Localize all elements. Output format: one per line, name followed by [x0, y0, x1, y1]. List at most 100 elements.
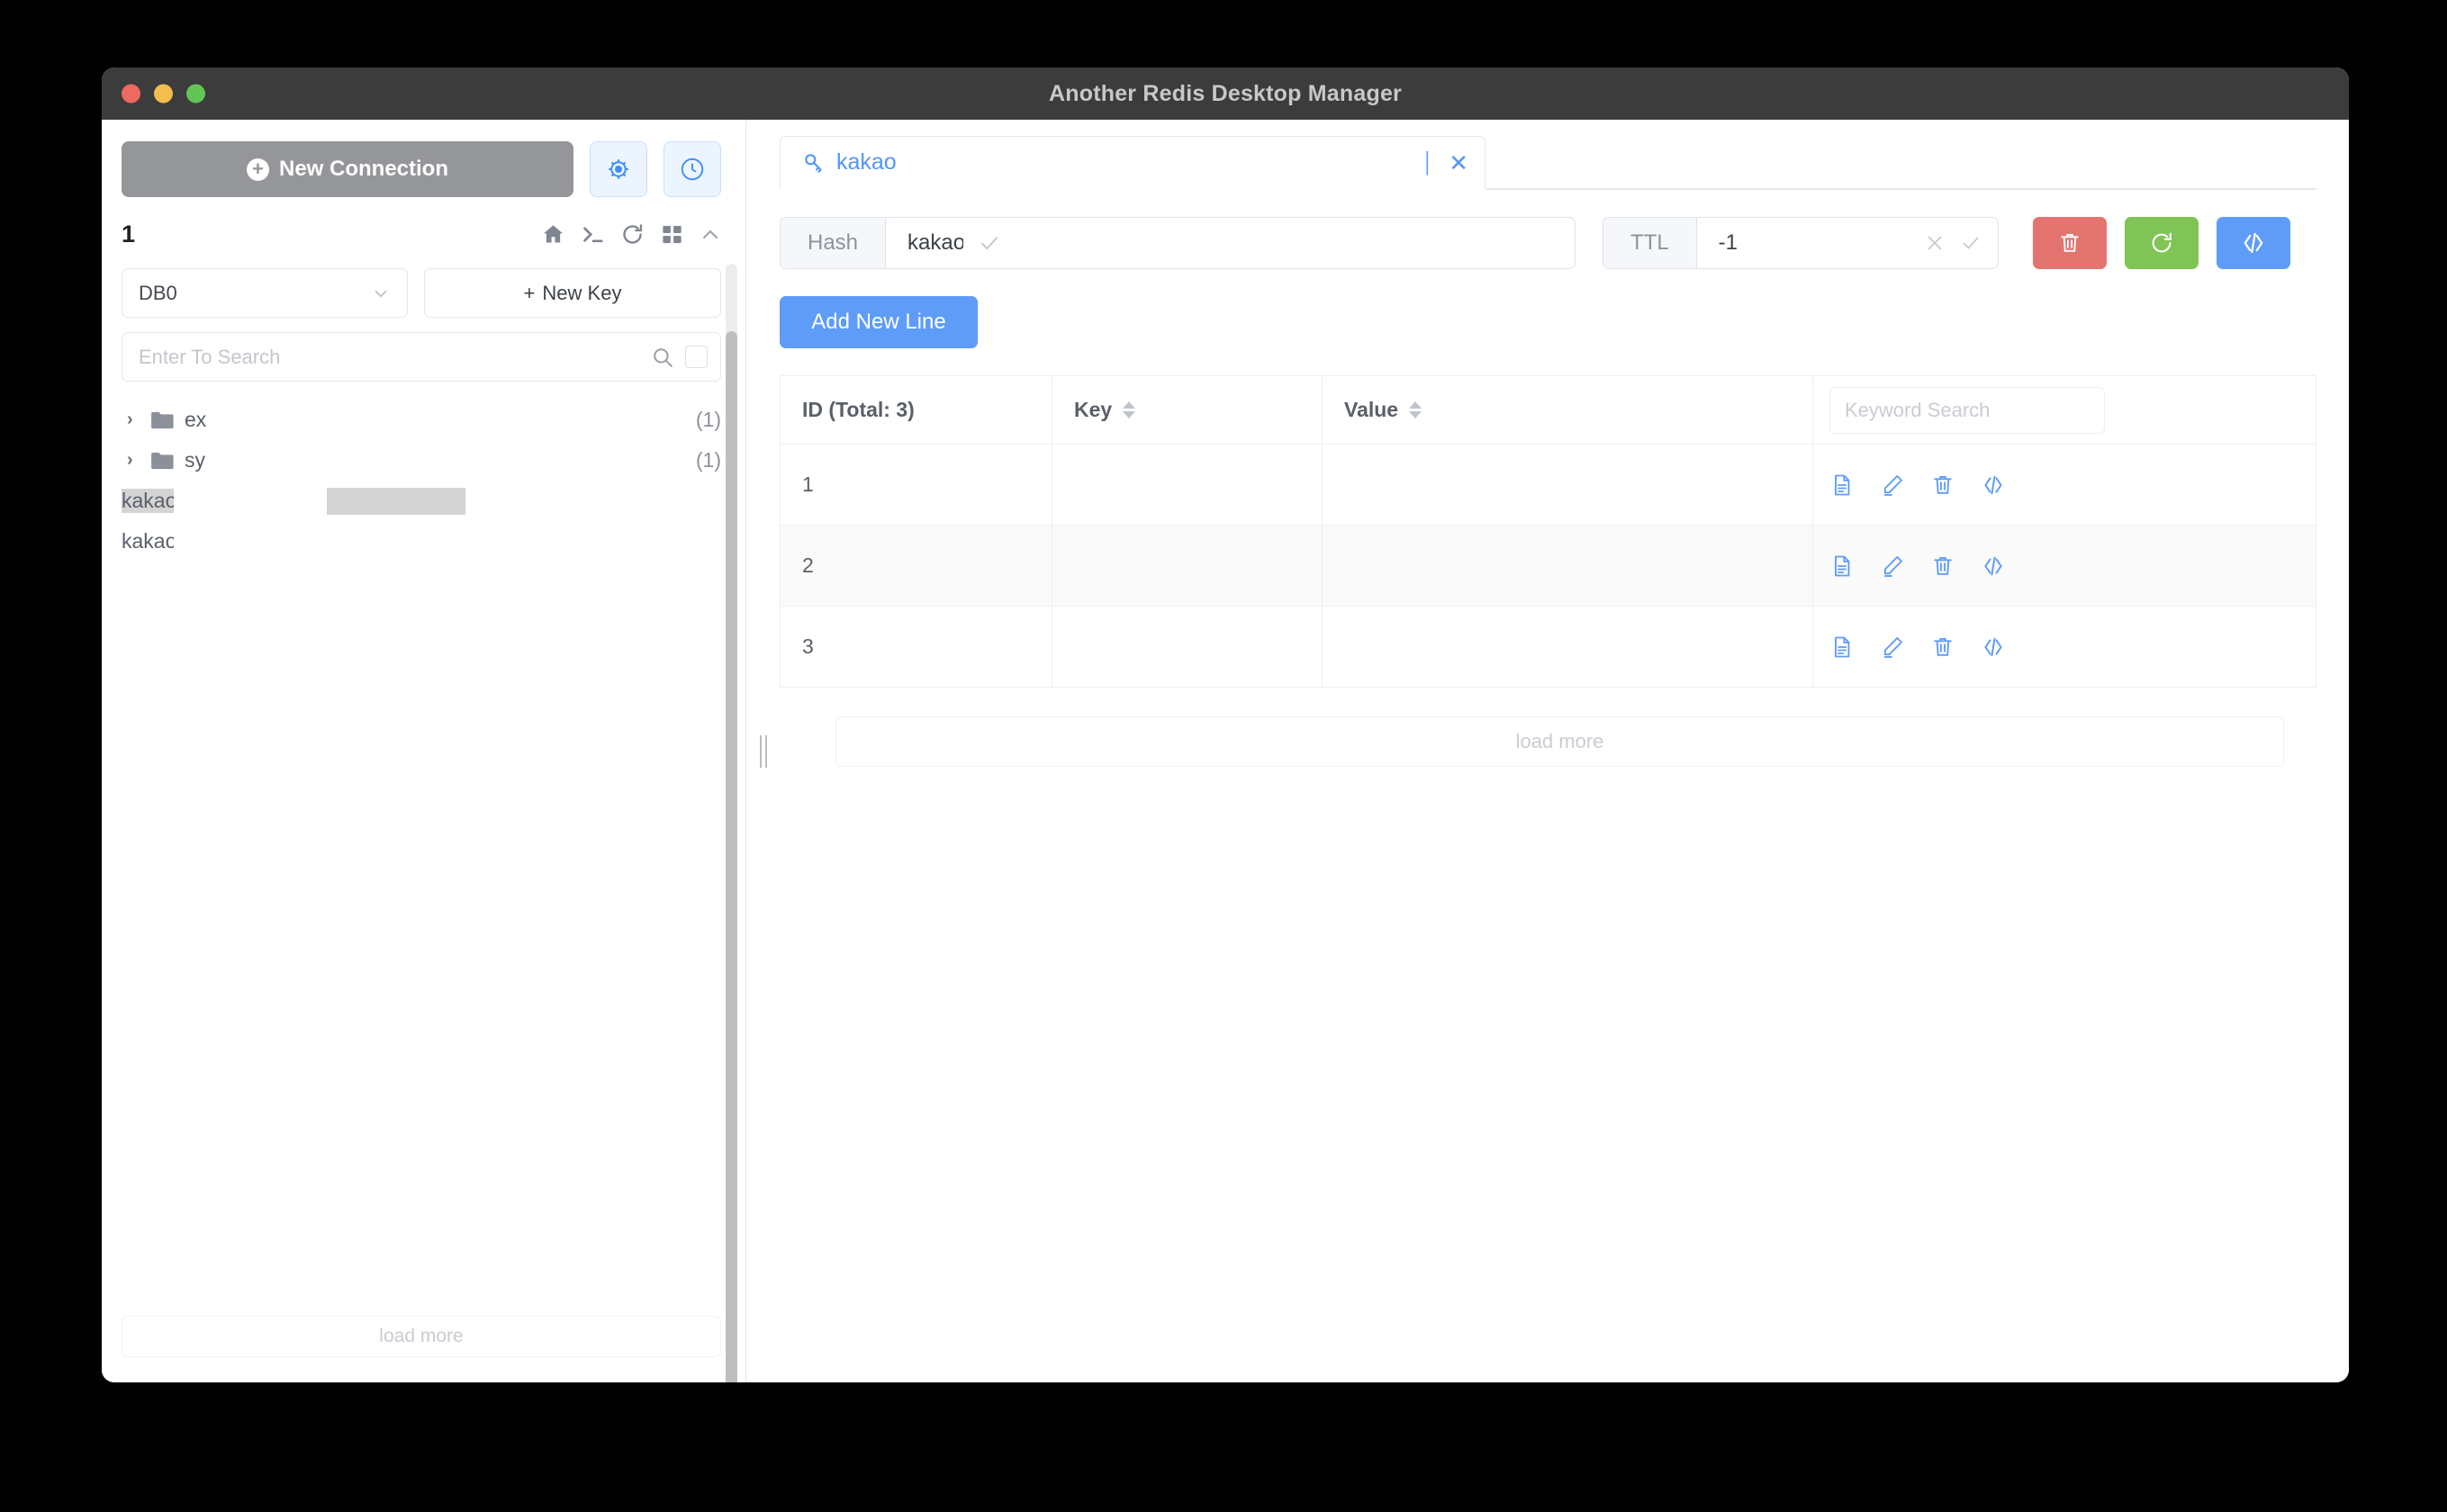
- table-row[interactable]: 3: [781, 607, 2316, 688]
- column-header-id: ID (Total: 3): [781, 376, 1052, 444]
- document-icon[interactable]: [1829, 634, 1855, 660]
- edit-icon[interactable]: [1880, 472, 1905, 498]
- document-icon[interactable]: [1829, 554, 1855, 579]
- grid-icon[interactable]: [660, 222, 684, 247]
- terminal-icon[interactable]: [581, 222, 605, 247]
- trash-icon[interactable]: [1930, 472, 1955, 498]
- sidebar-scrollbar-thumb[interactable]: [726, 331, 737, 1382]
- settings-button[interactable]: [590, 141, 647, 197]
- refresh-key-button[interactable]: [2125, 217, 2199, 269]
- cell-id: 2: [781, 526, 1052, 606]
- cell-value: [1323, 607, 1813, 687]
- trash-icon[interactable]: [1930, 634, 1955, 660]
- history-button[interactable]: [664, 141, 721, 197]
- ttl-input[interactable]: -1: [1697, 218, 1998, 268]
- ttl-group: TTL -1: [1603, 217, 1999, 269]
- edit-icon[interactable]: [1880, 634, 1905, 660]
- tree-folder-row[interactable]: › sy (1): [122, 440, 721, 481]
- tree-item-count: (1): [695, 448, 721, 472]
- regex-checkbox[interactable]: [685, 346, 708, 368]
- table-load-more-button[interactable]: load more: [835, 716, 2284, 767]
- key-search-box: [122, 332, 721, 382]
- trash-icon[interactable]: [1930, 554, 1955, 579]
- key-name-input[interactable]: kakao: [886, 218, 1575, 268]
- delete-key-button[interactable]: [2033, 217, 2107, 269]
- connection-toolbar: [541, 222, 721, 247]
- keyword-search-input[interactable]: [1829, 386, 2105, 434]
- add-new-line-button[interactable]: Add New Line: [780, 296, 978, 348]
- tab-bar: kakao │ ✕: [763, 120, 2349, 190]
- pin-icon[interactable]: │: [1422, 151, 1434, 175]
- cell-value: [1323, 445, 1813, 525]
- key-search-input[interactable]: [139, 345, 640, 369]
- key-tree: › ex (1) › sy (1) kakaov: [102, 382, 745, 1316]
- app-body: + New Connection 1 DB0 + New Key Enter T…: [102, 120, 2349, 1382]
- tab-key-kakao[interactable]: kakao │ ✕: [780, 136, 1485, 190]
- splitter-line: [760, 734, 762, 768]
- chevron-right-icon[interactable]: ›: [127, 410, 140, 430]
- column-header-value-label: Value: [1344, 398, 1399, 421]
- close-window-button[interactable]: [122, 84, 140, 104]
- folder-icon: [151, 411, 174, 428]
- tab-actions: │ ✕: [1422, 151, 1468, 175]
- sort-key-icon[interactable]: [1123, 401, 1136, 418]
- maximize-window-button[interactable]: [186, 84, 205, 104]
- sidebar-load-more-button[interactable]: load more: [122, 1316, 721, 1357]
- pane-splitter-handle[interactable]: [760, 734, 767, 768]
- new-connection-button[interactable]: + New Connection: [122, 141, 573, 197]
- sidebar-scrollbar[interactable]: [726, 264, 737, 1382]
- app-window: Another Redis Desktop Manager + New Conn…: [102, 68, 2349, 1382]
- key-action-buttons: [2033, 217, 2290, 269]
- column-header-key[interactable]: Key: [1052, 376, 1323, 444]
- tree-key-row-selected[interactable]: kakaov: [122, 481, 721, 521]
- code-icon[interactable]: [1981, 634, 2006, 660]
- close-icon[interactable]: [1924, 232, 1946, 254]
- ttl-label: TTL: [1603, 218, 1697, 268]
- table-row[interactable]: 2: [781, 526, 2316, 607]
- redaction-block: [327, 488, 465, 515]
- cell-actions: [1813, 607, 2316, 687]
- edit-icon[interactable]: [1880, 554, 1905, 579]
- table-header-row: ID (Total: 3) Key Value: [781, 376, 2316, 445]
- database-row: DB0 + New Key: [102, 248, 745, 318]
- cell-actions: [1813, 445, 2316, 525]
- traffic-lights: [122, 84, 205, 104]
- check-icon[interactable]: [978, 231, 1001, 255]
- trash-icon: [2061, 233, 2079, 252]
- document-icon[interactable]: [1829, 472, 1855, 498]
- close-icon[interactable]: ✕: [1449, 151, 1468, 175]
- pane-divider: [745, 120, 746, 1382]
- tree-item-count: (1): [695, 408, 721, 431]
- chevron-right-icon[interactable]: ›: [127, 450, 140, 471]
- search-icon[interactable]: [651, 346, 674, 369]
- chevron-up-icon[interactable]: [700, 224, 721, 246]
- new-key-button[interactable]: + New Key: [424, 268, 721, 318]
- sidebar: + New Connection 1 DB0 + New Key Enter T…: [102, 120, 745, 1382]
- key-name-value: kakao: [907, 230, 964, 255]
- refresh-icon[interactable]: [620, 222, 645, 247]
- code-icon[interactable]: [1981, 554, 2006, 579]
- key-toolbar: Hash kakao TTL -1: [763, 190, 2349, 269]
- connection-header: 1: [102, 197, 745, 248]
- cell-key: [1052, 607, 1323, 687]
- tree-key-row[interactable]: kakaov: [122, 521, 721, 562]
- tab-label: kakao: [836, 149, 897, 175]
- home-icon[interactable]: [541, 222, 565, 247]
- code-view-button[interactable]: [2217, 217, 2290, 269]
- sort-value-icon[interactable]: [1409, 401, 1422, 418]
- code-icon[interactable]: [1981, 472, 2006, 498]
- title-bar: Another Redis Desktop Manager: [102, 68, 2349, 120]
- key-search-row: [102, 318, 745, 382]
- plus-icon: +: [523, 281, 536, 304]
- cell-key: [1052, 445, 1323, 525]
- db-select[interactable]: DB0: [122, 268, 408, 318]
- column-header-value[interactable]: Value: [1323, 376, 1813, 444]
- chevron-down-icon: [375, 290, 387, 298]
- table-row[interactable]: 1: [781, 445, 2316, 526]
- cell-id: 1: [781, 445, 1052, 525]
- check-icon[interactable]: [1960, 232, 1982, 254]
- tree-item-label: kakaov: [122, 529, 174, 553]
- tree-folder-row[interactable]: › ex (1): [122, 400, 721, 440]
- minimize-window-button[interactable]: [154, 84, 173, 104]
- hash-table-wrap: ID (Total: 3) Key Value Keyword Search 1…: [763, 348, 2349, 767]
